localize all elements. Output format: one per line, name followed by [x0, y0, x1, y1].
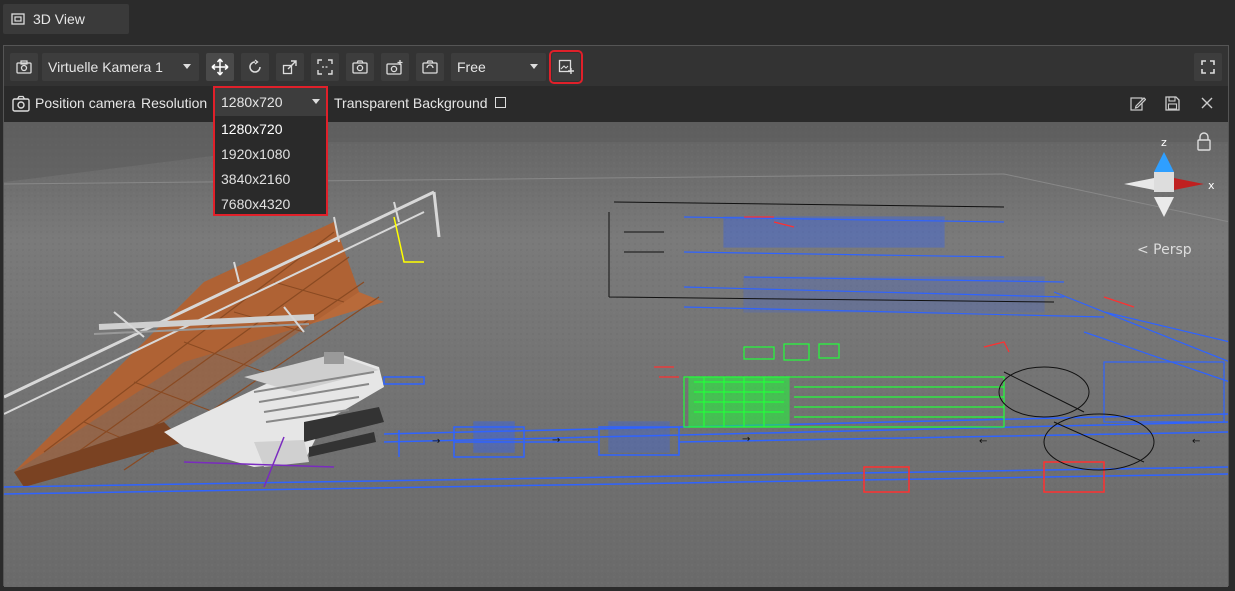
transparent-background-checkbox[interactable]	[495, 97, 506, 108]
scale-icon	[282, 60, 297, 75]
move-tool-button[interactable]	[206, 53, 234, 81]
resolution-label: Resolution	[141, 95, 208, 111]
camera-select-value: Virtuelle Kamera 1	[48, 59, 163, 75]
snapshot-button[interactable]	[346, 53, 374, 81]
chevron-down-icon	[530, 64, 538, 69]
chevron-down-icon	[183, 64, 191, 69]
resolution-option[interactable]: 7680x4320	[215, 191, 326, 216]
fullscreen-icon	[1201, 60, 1215, 74]
resolution-option[interactable]: 3840x2160	[215, 166, 326, 191]
camera-icon	[16, 60, 32, 74]
fullscreen-button[interactable]	[1194, 53, 1222, 81]
viewport-panel: Virtuelle Kamera 1 Free Position camera …	[3, 45, 1229, 587]
add-camera-button[interactable]	[381, 53, 409, 81]
save-icon[interactable]	[1165, 96, 1180, 111]
3d-viewport[interactable]: → → → ← ← z x < Persp	[4, 122, 1228, 587]
svg-text:←: ←	[1192, 436, 1200, 447]
resolution-option[interactable]: 1920x1080	[215, 141, 326, 166]
camera-settings-icon	[422, 60, 438, 74]
resolution-option[interactable]: 1280x720	[215, 116, 326, 141]
rotate-tool-button[interactable]	[241, 53, 269, 81]
camera-select[interactable]: Virtuelle Kamera 1	[42, 53, 199, 81]
camera-icon	[12, 95, 30, 112]
toolbar: Virtuelle Kamera 1 Free	[4, 46, 1228, 86]
frame-icon	[317, 59, 333, 75]
svg-text:→: →	[552, 435, 560, 446]
scene-render: → → → ← ← z x < Persp	[4, 122, 1228, 587]
add-camera-icon	[386, 60, 403, 75]
svg-text:→: →	[432, 436, 440, 447]
svg-text:←: ←	[979, 436, 987, 447]
scale-tool-button[interactable]	[276, 53, 304, 81]
camera-options-bar: Position camera Resolution Transparent B…	[4, 86, 1228, 122]
gizmo-x-label: x	[1208, 179, 1215, 192]
camera-mode-select[interactable]: Free	[451, 53, 546, 81]
camera-mode-value: Free	[457, 59, 486, 75]
add-screenshot-icon	[558, 59, 574, 74]
resolution-select[interactable]: 1280x720	[215, 88, 326, 116]
move-icon	[211, 58, 229, 76]
snapshot-icon	[352, 60, 368, 74]
edit-icon[interactable]	[1130, 96, 1146, 112]
camera-settings-button[interactable]	[416, 53, 444, 81]
transparent-background-label: Transparent Background	[334, 95, 488, 111]
chevron-down-icon	[312, 99, 320, 104]
close-icon[interactable]	[1201, 97, 1213, 109]
frame-button[interactable]	[311, 53, 339, 81]
resolution-select-value: 1280x720	[221, 94, 283, 110]
resolution-dropdown[interactable]: 1280x720 1280x720 1920x1080 3840x2160 76…	[213, 86, 328, 216]
viewport-icon	[11, 13, 25, 25]
rotate-icon	[249, 59, 261, 73]
perspective-toggle[interactable]: < Persp	[1137, 242, 1192, 258]
camera-button[interactable]	[10, 53, 38, 81]
gizmo-z-label: z	[1161, 136, 1167, 149]
tab-label: 3D View	[33, 11, 85, 27]
add-screenshot-button[interactable]	[549, 50, 583, 84]
tab-3d-view[interactable]: 3D View	[3, 4, 129, 34]
svg-text:→: →	[742, 434, 750, 445]
position-camera-label[interactable]: Position camera	[35, 95, 135, 111]
